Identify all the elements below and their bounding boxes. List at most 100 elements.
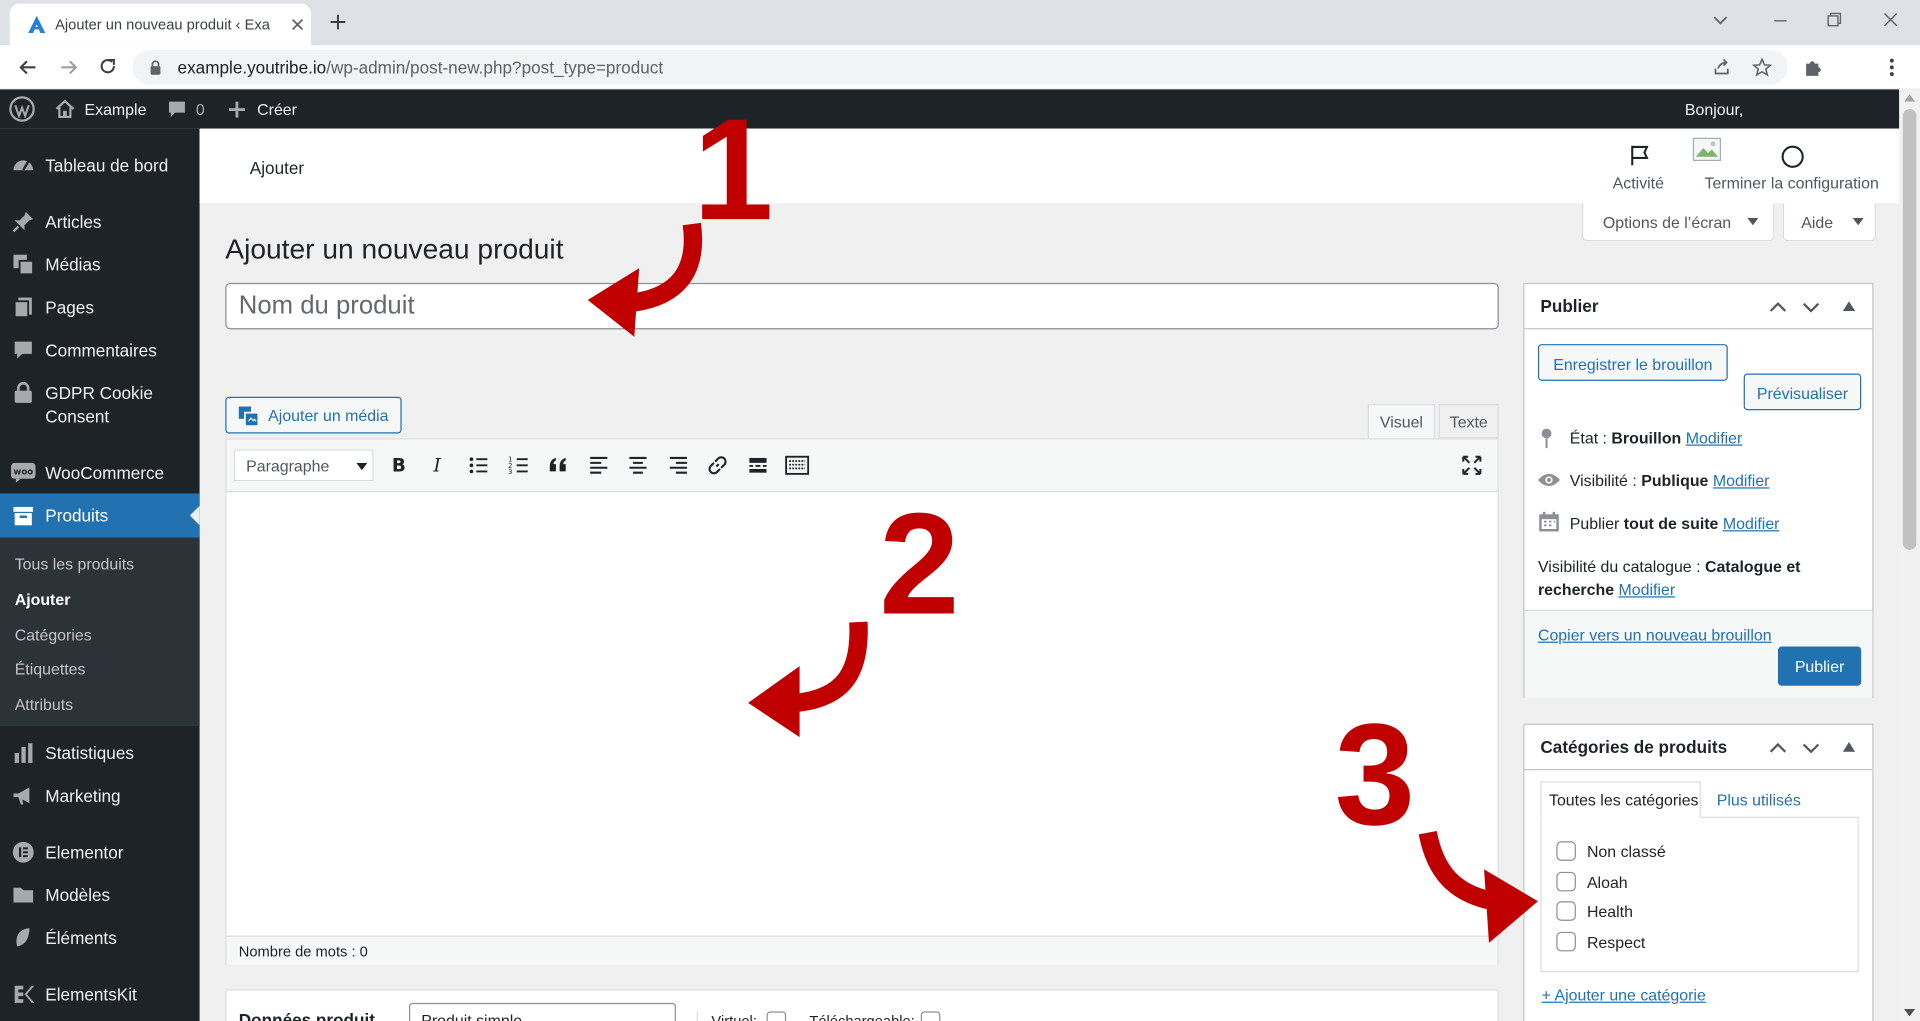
status-modify-link[interactable]: Modifier [1686, 429, 1743, 447]
toggle-triangle-icon[interactable] [1842, 301, 1856, 312]
tab-visual[interactable]: Visuel [1367, 404, 1436, 440]
lock-icon[interactable] [147, 59, 164, 76]
back-arrow-icon[interactable] [17, 56, 39, 78]
address-bar[interactable]: example.youtribe.io/wp-admin/post-new.ph… [132, 50, 1788, 85]
finish-setup-link[interactable]: Terminer la configuration [1704, 174, 1878, 192]
product-type-select[interactable]: Produit simple [408, 1002, 676, 1021]
submenu-attributs[interactable]: Attributs [15, 696, 73, 714]
link-icon[interactable] [707, 454, 729, 476]
menu-elementskit[interactable]: ElementsKit [0, 973, 200, 1015]
align-center-icon[interactable] [627, 454, 649, 476]
menu-woocommerce[interactable]: woo WooCommerce [0, 452, 200, 494]
add-category-link[interactable]: + Ajouter une catégorie [1542, 986, 1706, 1004]
submenu-ajouter[interactable]: Ajouter [15, 590, 71, 608]
menu-medias[interactable]: Médias [0, 244, 200, 286]
menu-elements[interactable]: Éléments [0, 917, 200, 959]
browser-tab[interactable]: Ajouter un nouveau produit ‹ Exa [9, 3, 312, 46]
tab-search-chevron-icon[interactable] [1712, 11, 1729, 28]
read-more-icon[interactable] [747, 454, 769, 476]
menu-pages[interactable]: Pages [0, 287, 200, 329]
menu-tableau-de-bord[interactable]: Tableau de bord [0, 144, 200, 186]
bullet-list-icon[interactable] [468, 454, 490, 476]
restore-icon[interactable] [1826, 11, 1843, 28]
add-media-button[interactable]: Ajouter un média [225, 396, 402, 434]
product-name-input[interactable] [225, 282, 1499, 330]
page-scrollbar[interactable] [1899, 89, 1920, 1021]
scrollbar-thumb[interactable] [1902, 108, 1917, 550]
help-button[interactable]: Aide [1782, 203, 1876, 242]
svg-text:woo: woo [13, 467, 33, 477]
share-icon[interactable] [1712, 58, 1732, 78]
virtual-checkbox[interactable] [766, 1011, 787, 1021]
menu-articles[interactable]: Articles [0, 201, 200, 243]
chevron-up-icon[interactable] [1768, 738, 1788, 758]
plus-icon[interactable] [228, 100, 246, 118]
comment-bubble-icon[interactable] [167, 99, 188, 120]
fullscreen-icon[interactable] [1461, 454, 1483, 476]
chevron-up-icon[interactable] [1768, 298, 1788, 318]
browser-toolbar: example.youtribe.io/wp-admin/post-new.ph… [0, 45, 1920, 89]
menu-marketing[interactable]: Marketing [0, 775, 200, 817]
menu-elementor[interactable]: Elementor [0, 831, 200, 873]
submenu-tous-les-produits[interactable]: Tous les produits [15, 555, 134, 573]
bar-chart-icon [14, 743, 33, 763]
italic-icon[interactable]: I [429, 454, 449, 476]
category-checkbox[interactable] [1556, 871, 1576, 892]
site-name-link[interactable]: Example [84, 100, 146, 118]
comments-count[interactable]: 0 [196, 100, 205, 118]
screen-options-button[interactable]: Options de l’écran [1582, 203, 1775, 242]
scroll-up-arrow-icon[interactable] [1904, 94, 1916, 102]
scroll-down-arrow-icon[interactable] [1904, 1008, 1916, 1017]
menu-label: ElementsKit [45, 984, 137, 1005]
preview-button[interactable]: Prévisualiser [1743, 373, 1862, 411]
menu-modeles[interactable]: Modèles [0, 874, 200, 916]
reload-icon[interactable] [97, 55, 119, 77]
extensions-puzzle-icon[interactable] [1802, 56, 1824, 78]
wp-admin-bar: Example 0 Créer Bonjour, [0, 89, 1900, 129]
copy-to-draft-link[interactable]: Copier vers un nouveau brouillon [1538, 626, 1772, 644]
catalog-modify-link[interactable]: Modifier [1619, 580, 1676, 598]
wordpress-logo-icon[interactable] [9, 96, 36, 123]
publish-date-row: Publier tout de suite Modifier [1570, 512, 1780, 535]
toggle-triangle-icon[interactable] [1842, 742, 1856, 752]
menu-gdpr-cookie-consent[interactable]: GDPR Cookie Consent [0, 372, 200, 436]
tab-close-icon[interactable] [290, 17, 305, 32]
keyboard-icon[interactable] [785, 454, 810, 476]
forward-arrow-icon[interactable] [58, 56, 80, 78]
bookmark-star-icon[interactable] [1752, 57, 1772, 78]
menu-produits[interactable]: Produits [0, 493, 200, 538]
browser-menu-icon[interactable] [1881, 56, 1903, 78]
tab-all-categories[interactable]: Toutes les catégories [1540, 781, 1701, 818]
save-draft-button[interactable]: Enregistrer le brouillon [1537, 344, 1728, 381]
activity-link[interactable]: Activité [1613, 174, 1664, 192]
flag-icon[interactable] [1627, 143, 1651, 167]
category-checkbox[interactable] [1556, 841, 1576, 861]
publish-button[interactable]: Publier [1777, 646, 1862, 686]
visibility-modify-link[interactable]: Modifier [1713, 471, 1770, 489]
blockquote-icon[interactable] [547, 454, 569, 476]
category-checkbox[interactable] [1556, 931, 1576, 952]
numbered-list-icon[interactable]: 1 2 3 [508, 454, 530, 476]
home-icon[interactable] [54, 98, 76, 120]
category-checkbox[interactable] [1556, 901, 1576, 921]
new-content-link[interactable]: Créer [257, 100, 297, 118]
menu-commentaires[interactable]: Commentaires [0, 329, 200, 371]
downloadable-checkbox[interactable] [920, 1011, 941, 1021]
window-close-icon[interactable] [1882, 11, 1899, 28]
bold-icon[interactable]: B [388, 454, 408, 476]
new-tab-icon[interactable] [328, 12, 348, 32]
greeting-account[interactable]: Bonjour, [1685, 100, 1743, 118]
submenu-categories[interactable]: Catégories [15, 626, 92, 644]
submenu-etiquettes[interactable]: Étiquettes [15, 660, 86, 678]
tab-most-used[interactable]: Plus utilisés [1717, 791, 1801, 809]
minimize-icon[interactable] [1772, 12, 1789, 29]
menu-statistiques[interactable]: Statistiques [0, 732, 200, 774]
publish-date-modify-link[interactable]: Modifier [1723, 514, 1780, 532]
chevron-down-icon[interactable] [1801, 738, 1821, 758]
help-label: Aide [1801, 213, 1834, 232]
tab-text[interactable]: Texte [1438, 404, 1499, 439]
format-select[interactable]: Paragraphe [233, 449, 374, 482]
align-right-icon[interactable] [667, 454, 689, 476]
align-left-icon[interactable] [588, 454, 610, 476]
chevron-down-icon[interactable] [1801, 298, 1821, 318]
